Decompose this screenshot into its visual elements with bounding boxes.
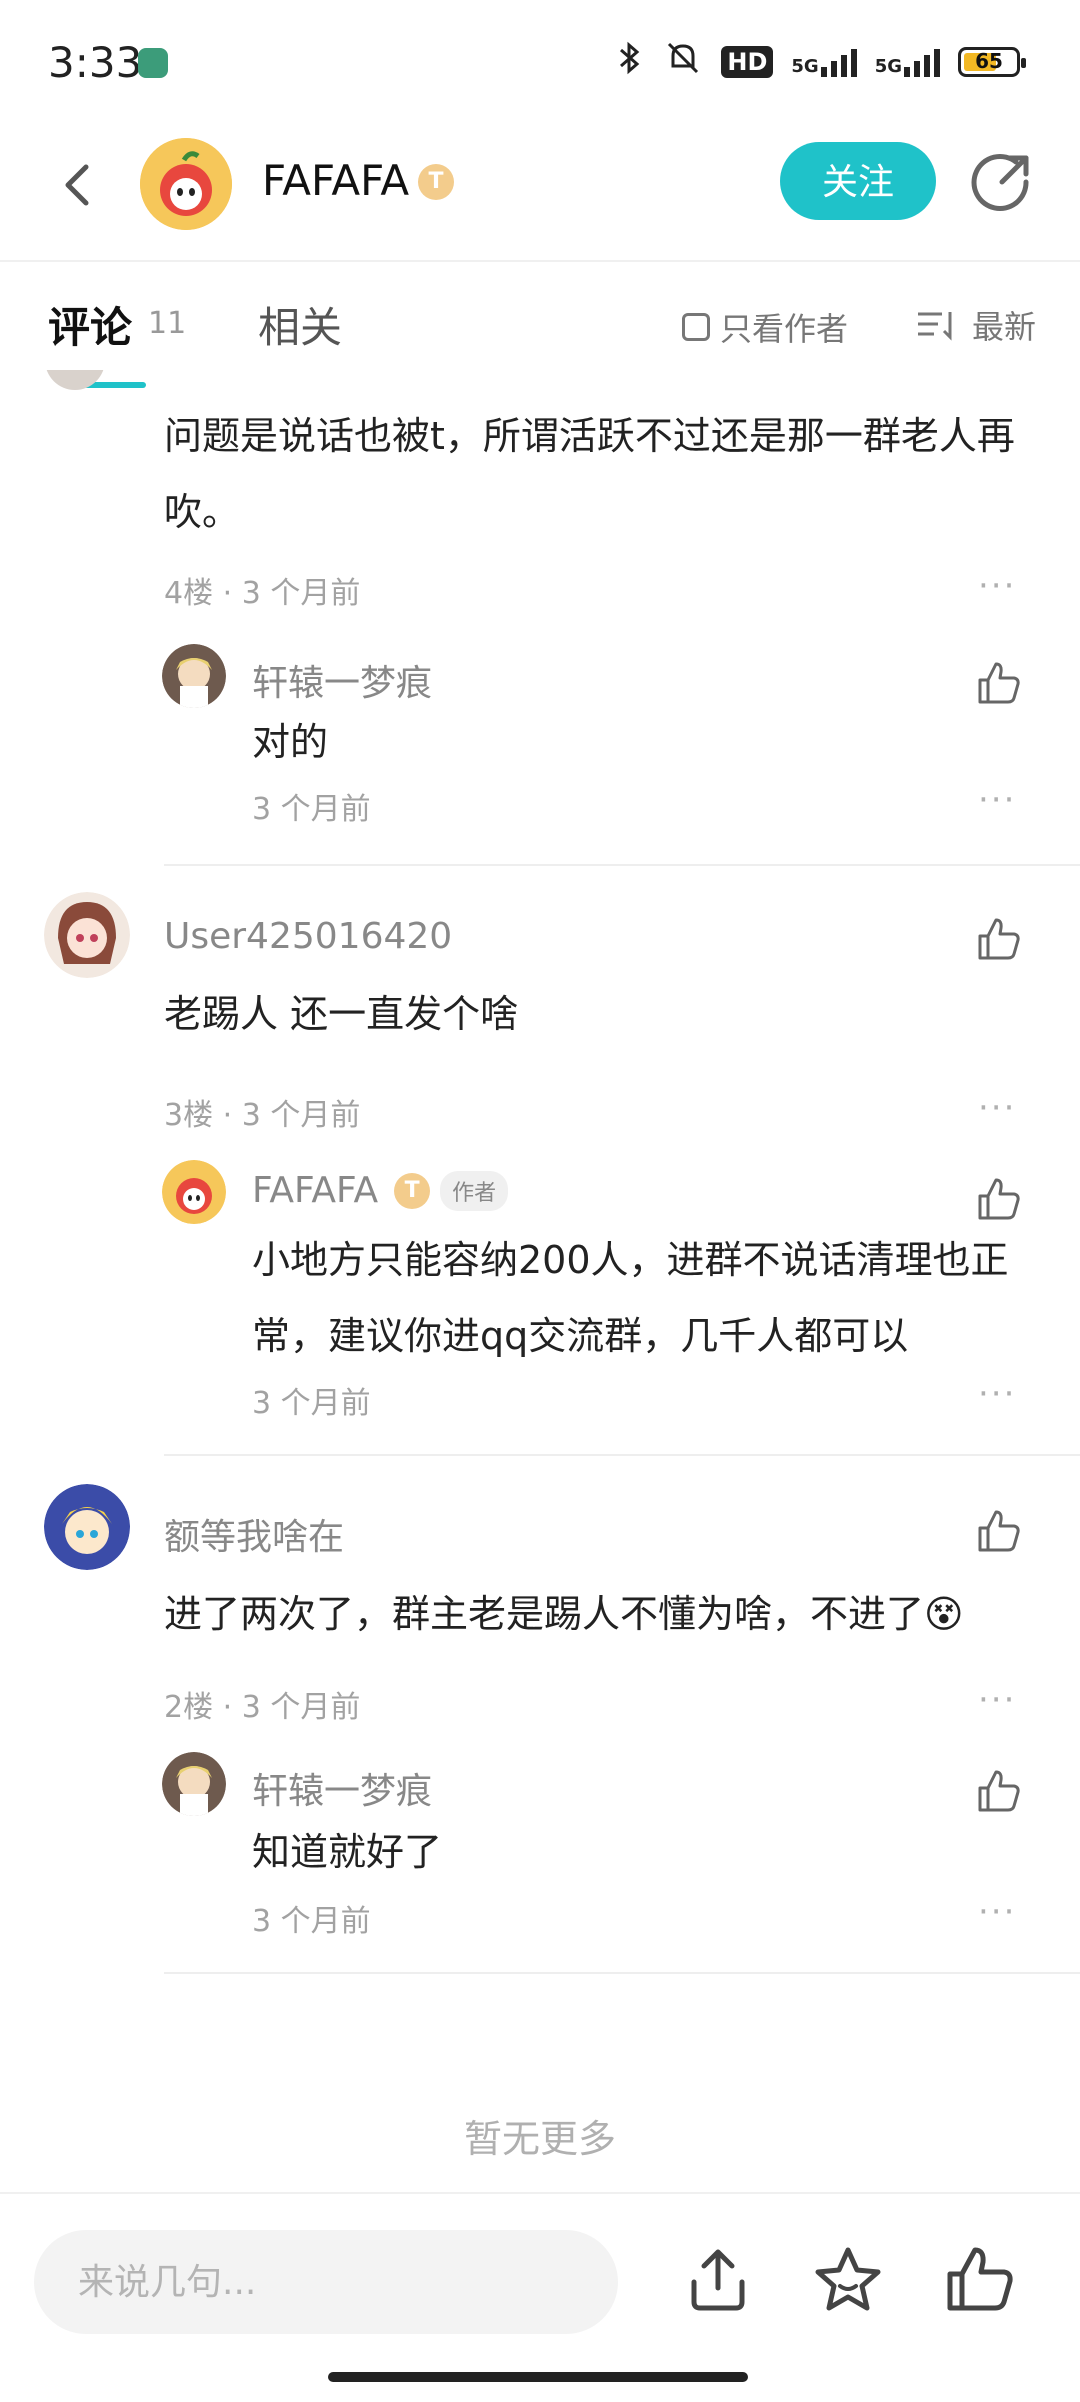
commenter-name[interactable]: User425016420 [164, 916, 452, 957]
status-time: 3:33 [48, 38, 143, 87]
comment-divider [164, 1972, 1080, 1974]
only-author-toggle[interactable]: 只看作者 [682, 304, 848, 350]
reply-time: 3 个月前 [252, 792, 371, 827]
status-icons: HD 5G 5G 65 [615, 40, 1026, 83]
reply-time: 3 个月前 [252, 1904, 371, 1939]
reply-author-name[interactable]: FAFAFA [252, 1170, 378, 1211]
comment-text-content: 进了两次了，群主老是踢人不懂为啥，不进了 [164, 1592, 925, 1636]
comment-text-line2: 吹。 [164, 490, 241, 534]
dizzy-face-emoji-icon: 😵 [924, 1592, 964, 1636]
like-button[interactable] [976, 1508, 1022, 1554]
comment-tabs: 评论 11 相关 只看作者 最新 [0, 262, 1080, 388]
comment-divider [164, 864, 1080, 866]
level-badge: T [418, 164, 454, 200]
reply-avatar[interactable] [162, 1160, 226, 1224]
like-post-button[interactable] [944, 2244, 1016, 2316]
more-options-icon[interactable]: ··· [978, 1088, 1016, 1128]
reply-author-name[interactable]: 轩辕一梦痕 [252, 1762, 432, 1814]
thumbs-up-icon [947, 2247, 1013, 2311]
like-button[interactable] [976, 1768, 1022, 1814]
checkbox-icon [682, 313, 710, 341]
reply-text: 知道就好了 [252, 1830, 443, 1874]
star-icon [815, 2247, 881, 2311]
more-options-icon[interactable]: ··· [978, 1680, 1016, 1720]
back-button[interactable] [50, 155, 110, 215]
comment-input[interactable] [34, 2230, 618, 2334]
reply-author-row: FAFAFA T 作者 [252, 1170, 509, 1211]
bluetooth-icon [615, 40, 645, 83]
comment-text: 老踢人 还一直发个啥 [164, 992, 519, 1036]
reply-author-name[interactable]: 轩辕一梦痕 [252, 654, 432, 706]
reply-time: 3 个月前 [252, 1386, 371, 1421]
network-type: 5G [791, 55, 819, 77]
status-bar: 3:33 HD 5G 5G 65 [0, 0, 1080, 120]
comment-floor-time: 4楼 · 3 个月前 [164, 576, 361, 611]
post-header: FAFAFA T 关注 [0, 120, 1080, 262]
comments-count: 11 [148, 306, 187, 341]
signal-icon-2: 5G [875, 47, 940, 77]
author-tag: 作者 [440, 1170, 509, 1211]
network-type-2: 5G [874, 55, 902, 77]
comment-avatar-partial [40, 370, 110, 400]
more-options-icon[interactable]: ··· [978, 566, 1016, 606]
upload-share-icon [691, 2249, 745, 2311]
signal-icon: 5G [791, 47, 857, 77]
no-more-text: 暂无更多 [463, 2117, 616, 2161]
comment-floor-time: 2楼 · 3 个月前 [164, 1690, 361, 1725]
more-options-icon[interactable]: ··· [978, 1892, 1016, 1932]
commenter-avatar[interactable] [44, 892, 130, 978]
reply-avatar[interactable] [162, 644, 226, 708]
sort-button[interactable]: 最新 [916, 302, 1036, 348]
reply-avatar[interactable] [162, 1752, 226, 1816]
thumbs-up-icon [978, 1510, 1020, 1552]
thumbs-up-icon [978, 918, 1020, 960]
comment-text: 进了两次了，群主老是踢人不懂为啥，不进了😵 [164, 1576, 964, 1652]
author-name[interactable]: FAFAFA [262, 156, 409, 205]
comment-divider [164, 1454, 1080, 1456]
home-indicator[interactable] [328, 2372, 748, 2382]
more-options-icon[interactable]: ··· [978, 780, 1016, 820]
author-avatar[interactable] [140, 138, 232, 230]
like-button[interactable] [976, 1176, 1022, 1222]
bottom-bar [0, 2192, 1080, 2402]
commenter-avatar[interactable] [44, 1484, 130, 1570]
mute-bell-icon [663, 40, 703, 83]
thumbs-up-icon [978, 662, 1020, 704]
comment-floor-time: 3楼 · 3 个月前 [164, 1098, 361, 1133]
thumbs-up-icon [978, 1178, 1020, 1220]
thumbs-up-icon [978, 1770, 1020, 1812]
reply-text: 对的 [252, 720, 329, 764]
favorite-button[interactable] [812, 2244, 884, 2316]
comment-text: 问题是说话也被t，所谓活跃不过还是那一群老人再 [164, 414, 1015, 458]
share-button[interactable] [966, 148, 1036, 218]
notification-app-icon [138, 48, 168, 78]
sort-label: 最新 [972, 308, 1037, 346]
chevron-left-icon [65, 164, 89, 206]
sort-icon [918, 312, 952, 341]
like-button[interactable] [976, 660, 1022, 706]
battery-icon: 65 [958, 46, 1026, 77]
like-button[interactable] [976, 916, 1022, 962]
battery-level: 65 [975, 48, 1003, 73]
reply-text: 小地方只能容纳200人，进群不说话清理也正 [252, 1238, 1009, 1282]
commenter-name[interactable]: 额等我啥在 [164, 1508, 344, 1560]
tab-comments[interactable]: 评论 [48, 294, 132, 355]
more-options-icon[interactable]: ··· [978, 1374, 1016, 1414]
hd-indicator: HD [721, 45, 774, 78]
only-author-label: 只看作者 [720, 310, 849, 348]
level-badge: T [394, 1172, 431, 1209]
share-button[interactable] [682, 2244, 754, 2316]
share-arrow-icon [971, 154, 1029, 211]
reply-text-line2: 常，建议你进qq交流群，几千人都可以 [252, 1314, 909, 1358]
follow-button[interactable]: 关注 [780, 142, 936, 220]
tab-related[interactable]: 相关 [258, 294, 342, 355]
